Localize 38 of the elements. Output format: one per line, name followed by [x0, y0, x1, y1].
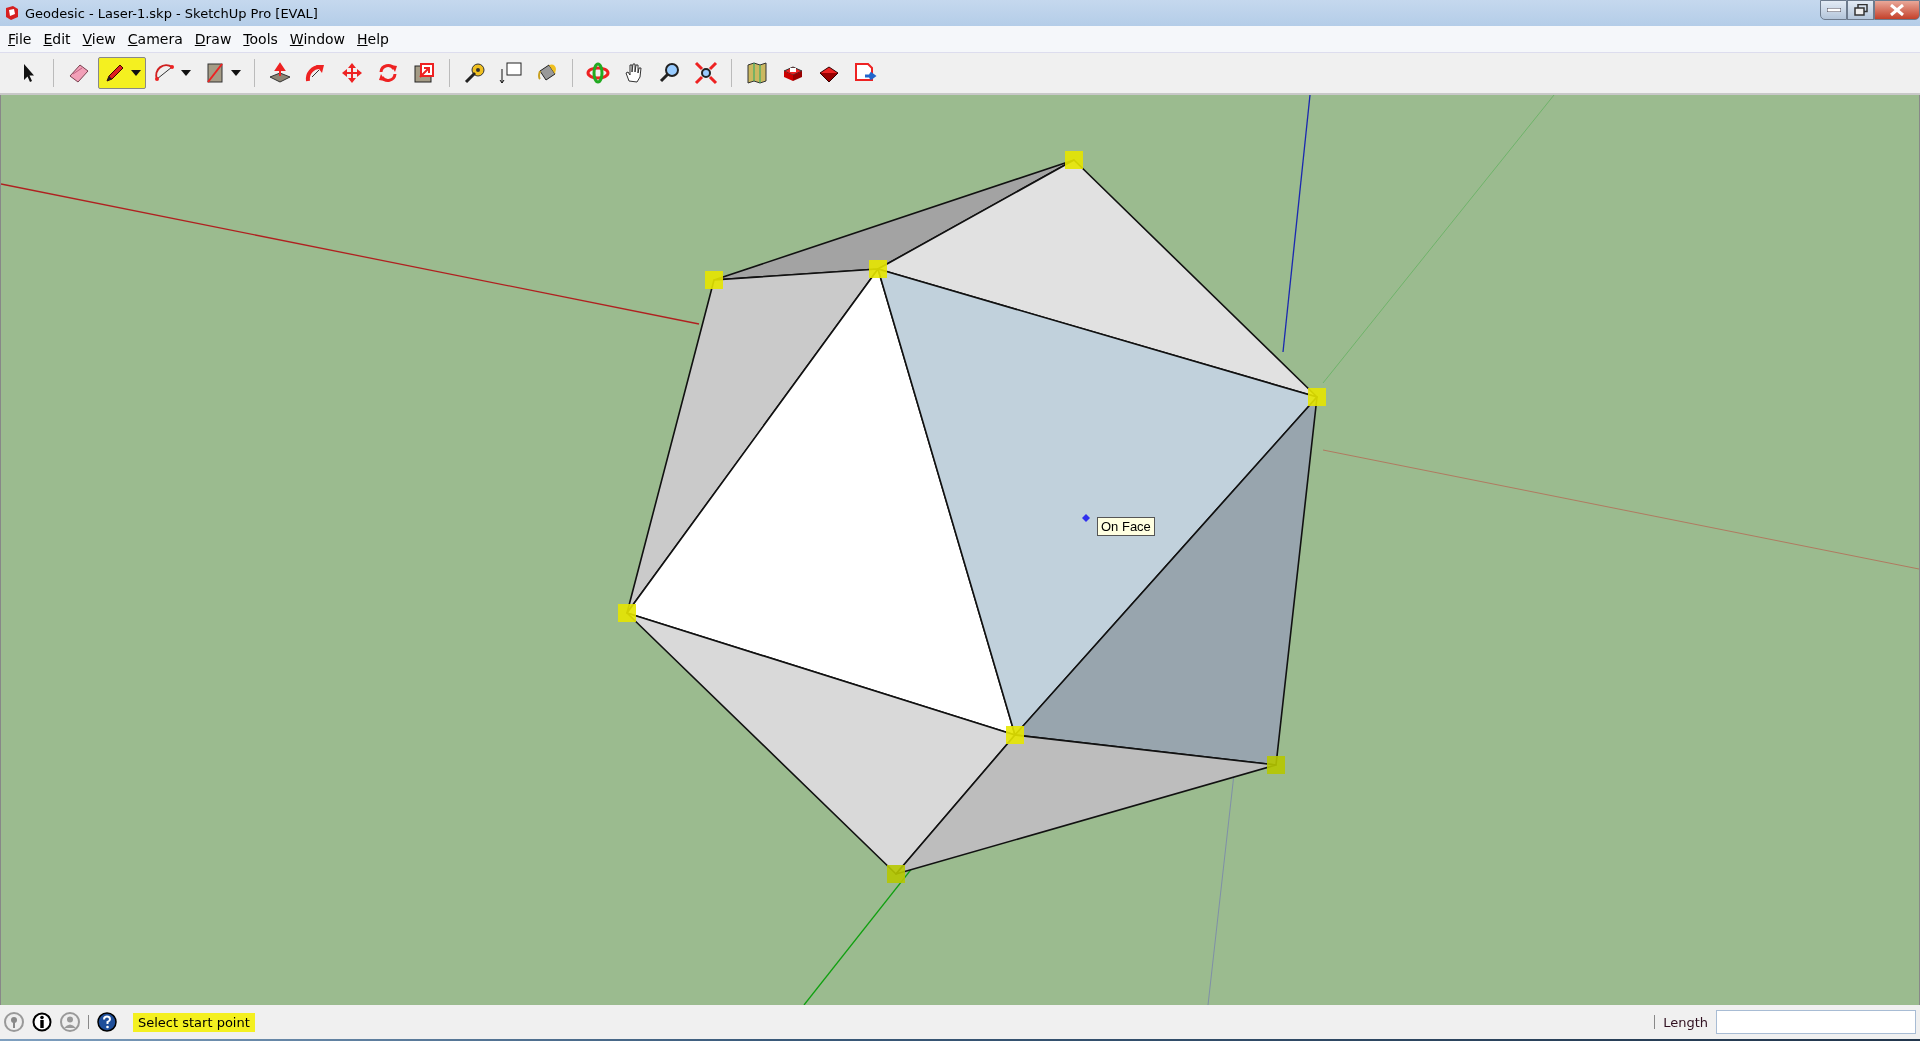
restore-button[interactable]	[1847, 0, 1874, 20]
caret-icon[interactable]	[131, 70, 141, 76]
menu-item[interactable]: Draw	[188, 29, 238, 49]
app-logo-icon	[4, 5, 20, 21]
menu-item[interactable]: Help	[351, 29, 395, 49]
inference-point-icon	[1082, 514, 1090, 522]
measurement-label: Length	[1663, 1014, 1708, 1030]
measurement-field[interactable]	[1716, 1010, 1916, 1034]
help-icon[interactable]	[97, 1012, 117, 1032]
caret-icon[interactable]	[231, 70, 241, 76]
push-pull-icon	[268, 61, 292, 85]
text-icon	[499, 61, 523, 85]
caret-icon[interactable]	[181, 70, 191, 76]
map-icon	[745, 61, 769, 85]
tape-measure-icon	[463, 61, 487, 85]
zoom-extents-icon	[694, 61, 718, 85]
location-pin-icon[interactable]	[4, 1012, 24, 1032]
minimize-button[interactable]	[1820, 0, 1847, 20]
menu-item[interactable]: Tools	[237, 29, 284, 49]
minimize-icon	[1826, 8, 1841, 12]
close-icon	[1889, 4, 1905, 16]
move-icon	[340, 61, 364, 85]
tooltip: On Face	[1097, 517, 1155, 536]
status-hint: Select start point	[133, 1012, 255, 1032]
menu-item[interactable]: View	[76, 29, 122, 49]
close-button[interactable]	[1874, 0, 1920, 20]
restore-icon	[1853, 4, 1868, 16]
orbit-icon	[586, 61, 610, 85]
info-icon[interactable]	[32, 1012, 52, 1032]
menu-item[interactable]: Camera	[121, 29, 189, 49]
scale-icon	[412, 61, 436, 85]
menu-item[interactable]: File	[2, 29, 38, 49]
window-title: Geodesic - Laser-1.skp - SketchUp Pro [EVAL]	[25, 5, 318, 21]
menu-item[interactable]: Window	[283, 29, 352, 49]
magnifier-icon	[658, 61, 682, 85]
menu-item[interactable]: Edit	[37, 29, 77, 49]
pencil-tool-button[interactable]	[98, 57, 146, 89]
rotate-icon	[376, 61, 400, 85]
